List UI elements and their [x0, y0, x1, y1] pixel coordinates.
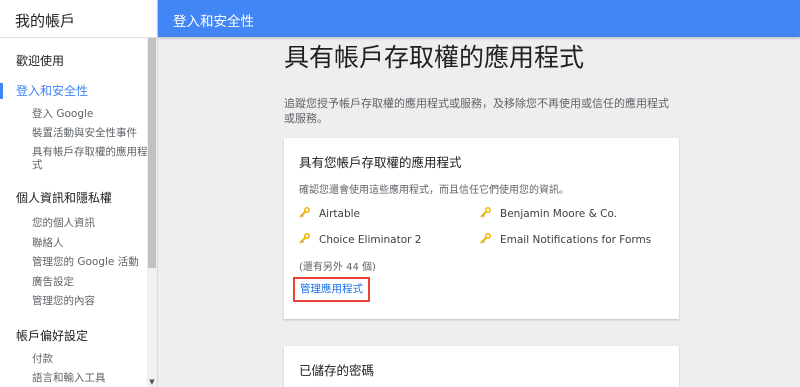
scroll-down-arrow-icon[interactable]: ▼ [147, 377, 157, 387]
app-name: Choice Eliminator 2 [319, 234, 422, 246]
key-icon [480, 207, 491, 218]
apps-access-card: 具有您帳戶存取權的應用程式 確認您還會使用這些應用程式，而且信任它們使用您的資訊… [284, 138, 679, 319]
sidebar-item-account-preferences[interactable]: 帳戶偏好設定 [0, 327, 88, 345]
sidebar-item-google-activity[interactable]: 管理您的 Google 活動 [0, 256, 147, 269]
sidebar-item-payments[interactable]: 付款 [0, 353, 147, 366]
sidebar-item-device-activity[interactable]: 裝置活動與安全性事件 [0, 127, 147, 140]
header-title: 登入和安全性 [173, 14, 254, 30]
header-bar: 登入和安全性 [158, 0, 800, 37]
sidebar-item-contacts[interactable]: 聯絡人 [0, 237, 147, 250]
sidebar-item-ad-settings[interactable]: 廣告設定 [0, 276, 147, 289]
sidebar-title: 我的帳戶 [0, 0, 157, 38]
key-icon [299, 207, 310, 218]
sidebar-nav: 歡迎使用 登入和安全性 登入 Google 裝置活動與安全性事件 具有帳戶存取權… [0, 38, 147, 387]
app-item-choice-eliminator: Choice Eliminator 2 [299, 233, 422, 246]
app-item-airtable: Airtable [299, 207, 361, 220]
card-title: 具有您帳戶存取權的應用程式 [299, 155, 462, 170]
sidebar-item-signin-google[interactable]: 登入 Google [0, 108, 147, 121]
more-apps-count: (還有另外 44 個) [299, 262, 376, 273]
saved-passwords-card: 已儲存的密碼 [284, 346, 679, 387]
key-icon [299, 233, 310, 244]
sidebar: 我的帳戶 歡迎使用 登入和安全性 登入 Google 裝置活動與安全性事件 具有… [0, 0, 158, 387]
app-name: Email Notifications for Forms [500, 234, 652, 246]
scrollbar-thumb[interactable] [148, 38, 156, 268]
app-name: Airtable [319, 208, 361, 220]
page-description: 追蹤您授予帳戶存取權的應用程式或服務，及移除您不再使用或信任的應用程式或服務。 [284, 97, 669, 125]
sidebar-item-manage-content[interactable]: 管理您的內容 [0, 295, 147, 308]
sidebar-item-personal-info-privacy[interactable]: 個人資訊和隱私權 [0, 189, 112, 207]
sidebar-item-personal-info[interactable]: 您的個人資訊 [0, 217, 147, 230]
page-title: 具有帳戶存取權的應用程式 [284, 43, 585, 72]
app-item-benjamin-moore: Benjamin Moore & Co. [480, 207, 618, 220]
app-name: Benjamin Moore & Co. [500, 208, 618, 220]
card-title: 已儲存的密碼 [299, 363, 375, 378]
sidebar-item-welcome[interactable]: 歡迎使用 [0, 52, 64, 70]
sidebar-item-signin-security[interactable]: 登入和安全性 [0, 82, 88, 100]
sidebar-scrollbar[interactable]: ▼ [147, 38, 157, 387]
sidebar-item-apps-access[interactable]: 具有帳戶存取權的應用程式 [0, 146, 147, 172]
app-item-email-notifications: Email Notifications for Forms [480, 233, 652, 246]
card-description: 確認您還會使用這些應用程式，而且信任它們使用您的資訊。 [299, 185, 569, 196]
manage-apps-button[interactable]: 管理應用程式 [293, 277, 370, 302]
sidebar-item-language-input[interactable]: 語言和輸入工具 [0, 372, 147, 385]
key-icon [480, 233, 491, 244]
